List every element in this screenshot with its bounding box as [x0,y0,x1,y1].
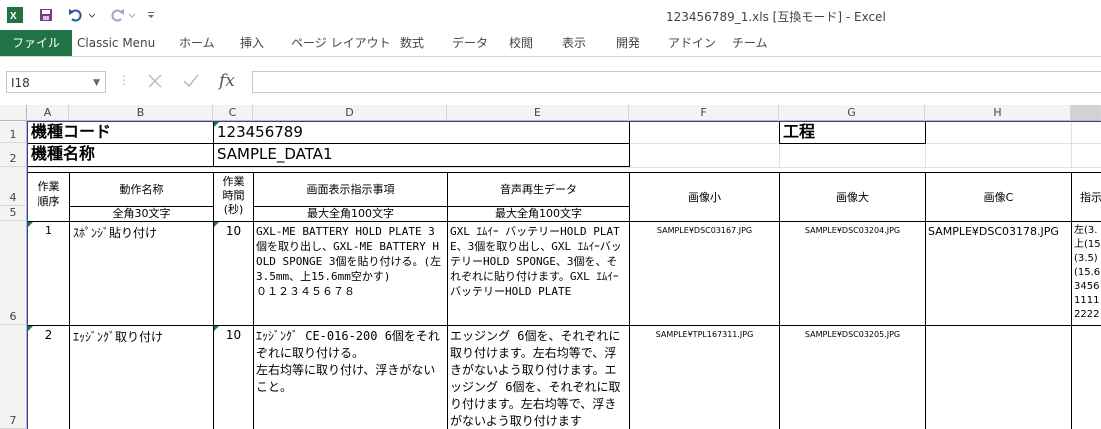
gridline [27,167,1101,168]
cell-image-c-1[interactable]: SAMPLE¥DSC03178.JPG [925,221,1072,326]
column-header-f[interactable]: F [629,105,779,121]
tab-team[interactable]: チーム [732,30,768,56]
cell-screen-instructions-2[interactable]: ｴｯｼﾞﾝｸﾞ CE-016-200 6個をそれぞれに取り付ける。 左右均等に取… [253,325,448,429]
header-image-small[interactable]: 画像小 [629,172,780,222]
title-bar: X 123456789_1.xls [互換モード] - Excel [0,0,1101,30]
row-header-7[interactable]: 7 [0,325,27,429]
window-title: 123456789_1.xls [互換モード] - Excel [666,10,886,24]
customize-qat-icon[interactable] [144,6,158,24]
cell-image-large-1[interactable]: SAMPLE¥DSC03204.JPG [779,221,926,326]
header-instructions[interactable]: 指示 [1071,172,1101,222]
tab-review[interactable]: 校閲 [509,30,533,56]
cell-order-1[interactable]: 1 [27,221,70,326]
svg-text:X: X [10,11,17,22]
cell-screen-instructions-1[interactable]: GXL-ME BATTERY HOLD PLATE 3個を取り出し、GXL-ME… [253,221,448,326]
ribbon-tabs: ファイル Classic Menu ホーム 挿入 ページ レイアウト 数式 デー… [0,30,1101,57]
cell-work-time-1[interactable]: 10 [213,221,254,326]
column-header-b[interactable]: B [69,105,213,121]
cancel-icon[interactable] [145,71,165,95]
select-all-corner[interactable] [0,105,27,121]
cell-image-small-2[interactable]: SAMPLE¥TPL167311.JPG [629,325,780,429]
header-audio-data[interactable]: 音声再生データ [447,172,630,207]
more-icon: ⋮ [118,73,130,87]
tab-data[interactable]: データ [452,30,488,56]
undo-icon[interactable] [66,6,96,24]
column-header-c[interactable]: C [213,105,253,121]
cell-model-code-label[interactable]: 機種コード [27,121,214,144]
column-header-i[interactable] [1071,105,1101,121]
comment-indicator [28,222,33,227]
cell-process-label[interactable]: 工程 [779,121,926,144]
cell-image-large-2[interactable]: SAMPLE¥DSC03205.JPG [779,325,926,429]
comment-indicator [28,326,33,331]
name-box-value: I18 [11,76,30,90]
cell-model-name-label[interactable]: 機種名称 [27,143,214,167]
tab-developer[interactable]: 開発 [616,30,640,56]
cell-image-c-2[interactable] [925,325,1072,429]
cell-audio-data-1[interactable]: GXL ｴﾑｲｰ バッテリーHOLD PLATE、3個を取り出し、GXL ｴﾑｲ… [447,221,630,326]
column-header-a[interactable]: A [27,105,69,121]
insert-function-icon[interactable]: fx [219,71,235,91]
ribbon-collapsed-area [0,57,1101,69]
column-header-e[interactable]: E [447,105,629,121]
cell-instructions-2[interactable] [1071,325,1101,429]
row-header-2[interactable]: 2 [0,143,27,167]
cell-instructions-1[interactable]: 左(3. 上(15 (3.5) (15.6 3456 1111 2222 [1071,221,1101,326]
header-screen-instructions-limit[interactable]: 最大全角100文字 [253,206,448,222]
column-header-g[interactable]: G [779,105,925,121]
formula-input[interactable] [252,71,1101,93]
header-audio-data-limit[interactable]: 最大全角100文字 [447,206,630,222]
chevron-down-icon[interactable]: ▼ [93,72,100,94]
formula-bar: I18 ▼ ⋮ fx [0,69,1101,97]
tab-formulas[interactable]: 数式 [400,30,424,56]
cell-model-code[interactable]: 123456789 [213,121,630,144]
header-action-name-limit[interactable]: 全角30文字 [69,206,214,222]
enter-icon[interactable] [181,71,201,95]
header-image-large[interactable]: 画像大 [779,172,926,222]
tab-home[interactable]: ホーム [179,30,215,56]
page-break-line [27,121,28,429]
tab-view[interactable]: 表示 [562,30,586,56]
column-header-d[interactable]: D [253,105,447,121]
comment-indicator [214,326,219,331]
cell-audio-data-2[interactable]: エッジング 6個を、それぞれに取り付けます。左右均等で、浮きがないよう取り付けま… [447,325,630,429]
tab-classic-menu[interactable]: Classic Menu [77,30,155,56]
gridline [1071,121,1072,167]
row-header-1[interactable]: 1 [0,121,27,143]
cell-action-name-2[interactable]: ｴｯｼﾞﾝｸﾞ取り付け [69,325,214,429]
header-order[interactable]: 作業 順序 [27,172,70,222]
page-break-line [27,121,1101,122]
cell-action-name-1[interactable]: ｽﾎﾟﾝｼﾞ貼り付け [69,221,214,326]
row-header-6[interactable]: 6 [0,221,27,325]
cell-order-2[interactable]: 2 [27,325,70,429]
tab-insert[interactable]: 挿入 [240,30,264,56]
header-image-c[interactable]: 画像C [925,172,1072,222]
redo-icon[interactable] [106,6,136,24]
tab-addins[interactable]: アドイン [668,30,716,56]
row-header-4[interactable]: 4 [0,167,27,206]
row-header-5[interactable]: 5 [0,206,27,221]
name-box[interactable]: I18 ▼ [6,71,106,93]
comment-indicator [214,122,219,127]
tab-file[interactable]: ファイル [0,30,73,56]
comment-indicator [214,222,219,227]
worksheet-grid[interactable]: A B C D E F G H 1 2 4 5 6 7 機種コード 123456… [0,105,1101,429]
header-action-name[interactable]: 動作名称 [69,172,214,207]
header-work-time[interactable]: 作業 時間 (秒) [213,172,254,222]
column-header-h[interactable]: H [925,105,1071,121]
cell-image-small-1[interactable]: SAMPLE¥DSC03167.JPG [629,221,780,326]
save-icon[interactable] [36,6,56,24]
cell-work-time-2[interactable]: 10 [213,325,254,429]
excel-logo-icon: X [6,6,24,24]
cell-model-name[interactable]: SAMPLE_DATA1 [213,143,630,167]
header-screen-instructions[interactable]: 画面表示指示事項 [253,172,448,207]
tab-page-layout[interactable]: ページ レイアウト [291,30,391,56]
